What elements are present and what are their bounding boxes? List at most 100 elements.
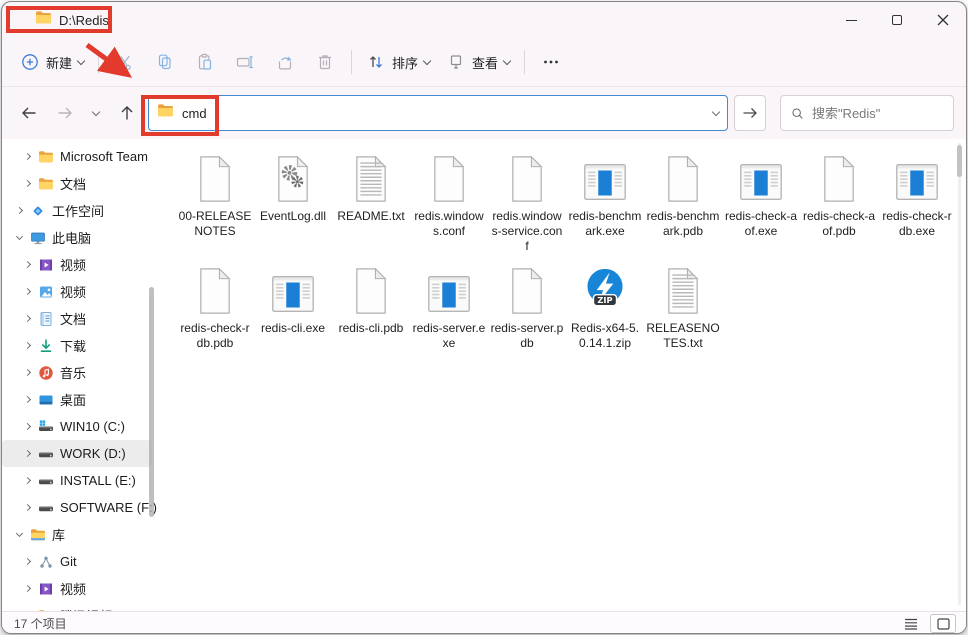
file-item[interactable]: redis-benchmark.exe — [566, 147, 644, 259]
delete-button[interactable] — [305, 44, 345, 80]
sidebar-item-git[interactable]: Git — [2, 548, 152, 575]
file-item[interactable]: EventLog.dll — [254, 147, 332, 259]
file-pane-scrollbar-thumb[interactable] — [957, 145, 962, 177]
plus-circle-icon — [20, 52, 40, 72]
recent-locations-button[interactable] — [86, 98, 106, 128]
file-item[interactable]: redis-check-aof.pdb — [800, 147, 878, 259]
chevron-right-icon[interactable] — [20, 262, 34, 267]
file-pane-scrollbar-track[interactable] — [958, 143, 961, 605]
chevron-down-icon[interactable] — [12, 237, 26, 239]
share-button[interactable] — [265, 44, 305, 80]
file-item[interactable]: redis-cli.exe — [254, 259, 332, 371]
sidebar-item-pictures[interactable]: 视频 — [2, 278, 152, 305]
go-to-button[interactable] — [734, 95, 766, 131]
sidebar-item-drive-c[interactable]: WIN10 (C:) — [2, 413, 152, 440]
cut-icon — [115, 52, 135, 72]
file-item[interactable]: RELEASENOTES.txt — [644, 259, 722, 371]
sidebar-item-drive-f[interactable]: SOFTWARE (F:) — [2, 494, 152, 521]
chevron-right-icon[interactable] — [20, 505, 34, 510]
sidebar-item-documents-folder[interactable]: 文档 — [2, 170, 152, 197]
address-dropdown-chevron-icon[interactable] — [712, 107, 720, 115]
file-item[interactable]: redis-cli.pdb — [332, 259, 410, 371]
copy-button[interactable] — [145, 44, 185, 80]
view-button[interactable]: 查看 — [438, 46, 518, 78]
folder-icon — [38, 176, 54, 192]
sidebar-item-videos-lib[interactable]: 视频 — [2, 575, 152, 602]
sidebar-item-documents[interactable]: 文档 — [2, 305, 152, 332]
rename-button[interactable] — [225, 44, 265, 80]
file-item[interactable]: README.txt — [332, 147, 410, 259]
file-name: redis-check-aof.pdb — [802, 209, 876, 239]
up-button[interactable] — [112, 98, 142, 128]
file-name: redis-cli.pdb — [334, 321, 408, 336]
file-item[interactable]: redis-check-rdb.pdb — [176, 259, 254, 371]
sidebar-item-videos[interactable]: 视频 — [2, 251, 152, 278]
file-item[interactable]: redis-benchmark.pdb — [644, 147, 722, 259]
search-box[interactable] — [780, 95, 954, 131]
sidebar-item-drive-d[interactable]: WORK (D:) — [2, 440, 152, 467]
maximize-button[interactable] — [874, 2, 920, 38]
details-view-button[interactable] — [898, 614, 924, 633]
chevron-right-icon[interactable] — [20, 289, 34, 294]
file-item[interactable]: ZIPRedis-x64-5.0.14.1.zip — [566, 259, 644, 371]
sidebar-item-label: 视频 — [60, 282, 86, 301]
chevron-right-icon[interactable] — [20, 451, 34, 456]
chevron-right-icon[interactable] — [20, 397, 34, 402]
chevron-right-icon[interactable] — [20, 181, 34, 186]
sidebar-item-microsoft-team[interactable]: Microsoft Team — [2, 143, 152, 170]
sidebar-item-this-pc[interactable]: 此电脑 — [2, 224, 152, 251]
file-item[interactable]: 00-RELEASENOTES — [176, 147, 254, 259]
chevron-right-icon[interactable] — [20, 559, 34, 564]
txt-file-icon — [348, 149, 394, 205]
drive-icon — [38, 473, 54, 489]
more-options-button[interactable] — [531, 44, 571, 80]
file-item[interactable]: redis-check-rdb.exe — [878, 147, 956, 259]
sidebar-item-tencent-video[interactable]: 腾讯视频 — [2, 602, 152, 611]
address-bar[interactable]: cmd — [148, 95, 728, 131]
chevron-right-icon[interactable] — [20, 478, 34, 483]
file-name: redis-cli.exe — [256, 321, 330, 336]
file-name: README.txt — [334, 209, 408, 224]
sidebar-item-music[interactable]: 音乐 — [2, 359, 152, 386]
navigation-bar: cmd — [2, 87, 966, 139]
chevron-right-icon[interactable] — [20, 424, 34, 429]
file-item[interactable]: redis-server.pdb — [488, 259, 566, 371]
file-item[interactable]: redis-check-aof.exe — [722, 147, 800, 259]
sidebar-item-workspace[interactable]: 工作空间 — [2, 197, 152, 224]
cut-button[interactable] — [105, 44, 145, 80]
paste-button[interactable] — [185, 44, 225, 80]
file-item[interactable]: redis.windows.conf — [410, 147, 488, 259]
chevron-right-icon[interactable] — [20, 586, 34, 591]
file-file-icon — [504, 149, 550, 205]
chevron-right-icon[interactable] — [20, 316, 34, 321]
sidebar-item-label: 下载 — [60, 336, 86, 355]
chevron-down-icon — [77, 56, 85, 64]
chevron-right-icon[interactable] — [20, 343, 34, 348]
sidebar-item-drive-e[interactable]: INSTALL (E:) — [2, 467, 152, 494]
back-button[interactable] — [14, 98, 44, 128]
new-button[interactable]: 新建 — [12, 46, 92, 78]
address-input-value[interactable]: cmd — [182, 106, 705, 121]
sort-button[interactable]: 排序 — [358, 46, 438, 78]
share-icon — [275, 52, 295, 72]
chevron-right-icon[interactable] — [20, 154, 34, 159]
maximize-icon — [892, 15, 902, 25]
large-icons-view-button[interactable] — [930, 614, 956, 633]
sidebar-scrollbar[interactable] — [149, 287, 154, 517]
chevron-right-icon[interactable] — [12, 208, 26, 213]
file-name: redis-benchmark.exe — [568, 209, 642, 239]
file-item[interactable]: redis.windows-service.conf — [488, 147, 566, 259]
items-count: 17 个项目 — [14, 615, 67, 632]
sort-button-label: 排序 — [392, 53, 418, 72]
sidebar-item-desktop[interactable]: 桌面 — [2, 386, 152, 413]
minimize-button[interactable] — [828, 2, 874, 38]
chevron-right-icon[interactable] — [20, 370, 34, 375]
chevron-down-icon[interactable] — [12, 534, 26, 536]
forward-button[interactable] — [50, 98, 80, 128]
search-input[interactable] — [812, 106, 943, 121]
sidebar-item-libraries[interactable]: 库 — [2, 521, 152, 548]
sidebar-item-downloads[interactable]: 下载 — [2, 332, 152, 359]
toolbar-separator — [524, 50, 525, 74]
close-button[interactable] — [920, 2, 966, 38]
file-item[interactable]: redis-server.exe — [410, 259, 488, 371]
